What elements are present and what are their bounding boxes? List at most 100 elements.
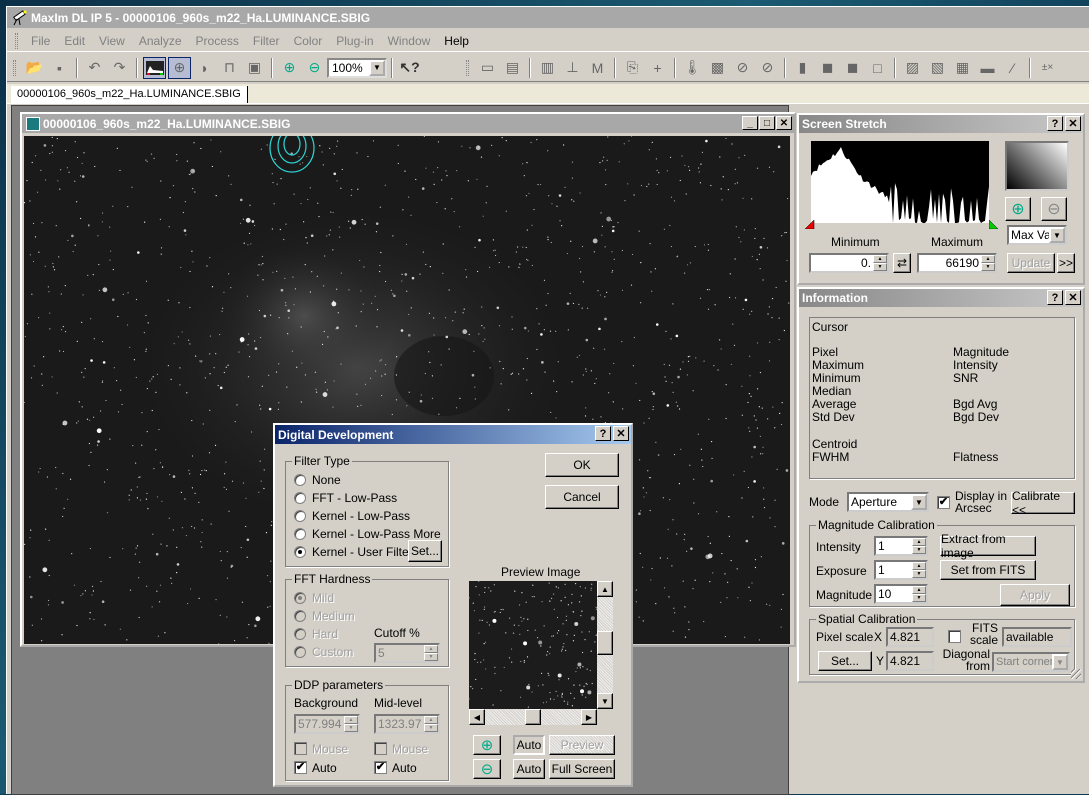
help-button[interactable]: ? — [595, 426, 611, 441]
resize-grip-icon[interactable] — [1071, 669, 1081, 679]
maximize-button[interactable]: □ — [759, 116, 775, 130]
zoom-out-icon[interactable]: ⊖ — [303, 57, 326, 79]
image-window-title-bar[interactable]: 00000106_960s_m22_Ha.LUMINANCE.SBIG _ □ … — [22, 114, 794, 133]
overlap-2-icon[interactable]: ◼ — [841, 57, 864, 79]
magnitude-spinner[interactable]: ▲ ▼ — [912, 586, 926, 602]
scroll-up-icon[interactable]: ▲ — [597, 581, 613, 597]
undo-icon[interactable]: ↶ — [83, 57, 106, 79]
properties-icon[interactable]: ▣ — [243, 57, 266, 79]
flat-1-icon[interactable]: ▨ — [901, 57, 924, 79]
mode-select[interactable]: Aperture ▼ — [847, 492, 929, 512]
combine-icon[interactable]: ▥ — [536, 57, 559, 79]
menu-plugin[interactable]: Plug-in — [329, 34, 380, 48]
intensity-spinner[interactable]: ▲ ▼ — [912, 538, 926, 554]
intensity-input[interactable]: 1 ▲ ▼ — [874, 536, 928, 556]
swap-icon[interactable]: ⇄ — [893, 253, 911, 273]
preview-vertical-scrollbar[interactable]: ▲ ▼ — [597, 581, 613, 709]
ok-button[interactable]: OK — [545, 453, 619, 477]
auto-preview-toggle[interactable]: Auto — [513, 735, 545, 755]
redo-icon[interactable]: ↷ — [108, 57, 131, 79]
magnitude-input[interactable]: 10 ▲ ▼ — [874, 584, 928, 604]
min-marker-icon[interactable] — [805, 220, 815, 229]
crop-icon[interactable]: □ — [866, 57, 889, 79]
preview-button[interactable]: Preview — [549, 735, 615, 755]
curve-icon[interactable]: ⁄ — [1001, 57, 1024, 79]
scroll-right-icon[interactable]: ▶ — [581, 709, 597, 725]
zoom-level-select[interactable]: 100% ▼ — [327, 57, 387, 78]
minimum-input[interactable]: 0. ▲ ▼ — [809, 253, 889, 273]
cancel-button[interactable]: Cancel — [545, 485, 619, 509]
add-icon[interactable]: + — [646, 57, 669, 79]
auto-button[interactable]: Auto — [513, 759, 545, 779]
vertical-scroll-thumb[interactable] — [597, 631, 613, 655]
preview-zoom-out-icon[interactable]: ⊖ — [473, 759, 501, 779]
menu-window[interactable]: Window — [381, 34, 438, 48]
close-button[interactable]: ✕ — [1065, 290, 1081, 305]
exposure-spinner[interactable]: ▲ ▼ — [912, 562, 926, 578]
fits-scale-checkbox[interactable] — [948, 630, 961, 643]
lock-icon[interactable]: ⊓ — [218, 57, 241, 79]
chevron-down-icon[interactable]: ▼ — [1049, 227, 1065, 243]
screen-stretch-title-bar[interactable]: Screen Stretch ? ✕ — [799, 115, 1083, 133]
toolbar-grip-2[interactable] — [466, 59, 469, 76]
menu-grip[interactable] — [15, 32, 18, 49]
menu-analyze[interactable]: Analyze — [132, 34, 189, 48]
save-icon[interactable]: ▪ — [48, 57, 71, 79]
copy-icon[interactable]: ⎘ — [621, 57, 644, 79]
maximum-input[interactable]: 66190 ▲ ▼ — [917, 253, 997, 273]
update-button[interactable]: Update — [1007, 253, 1055, 273]
minimize-button[interactable]: _ — [742, 116, 758, 130]
zoom-out-icon[interactable]: ⊖ — [1041, 197, 1067, 221]
flat-3-icon[interactable]: ▦ — [951, 57, 974, 79]
overlap-icon[interactable]: ◼ — [816, 57, 839, 79]
blink-icon[interactable]: ◗ — [193, 57, 216, 79]
context-help-icon[interactable]: ↖? — [398, 57, 421, 79]
zoom-in-icon[interactable]: ⊕ — [1005, 197, 1031, 221]
help-button[interactable]: ? — [1047, 116, 1063, 131]
chevron-down-icon[interactable]: ▼ — [369, 59, 385, 76]
display-arcsec-checkbox[interactable]: ✔ — [937, 496, 950, 509]
full-screen-button[interactable]: Full Screen — [549, 759, 615, 779]
close-button[interactable]: ✕ — [613, 426, 629, 441]
preview-zoom-in-icon[interactable]: ⊕ — [473, 735, 501, 755]
math-ops-icon[interactable]: ±× — [1036, 57, 1059, 79]
menu-process[interactable]: Process — [189, 34, 246, 48]
apply-button[interactable]: Apply — [1000, 584, 1070, 606]
bin-icon[interactable]: ▬ — [976, 57, 999, 79]
stretch-mode-select[interactable]: Max Val ▼ — [1007, 225, 1067, 245]
extract-from-image-button[interactable]: Extract from image — [940, 532, 1036, 560]
menu-file[interactable]: File — [24, 34, 57, 48]
scroll-left-icon[interactable]: ◀ — [469, 709, 485, 725]
open-icon[interactable]: 📂 — [23, 57, 46, 79]
flat-2-icon[interactable]: ▧ — [926, 57, 949, 79]
maximum-spinner[interactable]: ▲ ▼ — [981, 255, 995, 271]
calibrate-button[interactable]: Calibrate << — [1011, 489, 1075, 517]
preview-horizontal-scrollbar[interactable]: ◀ ▶ — [469, 709, 597, 725]
menu-edit[interactable]: Edit — [57, 34, 92, 48]
filter-radio[interactable] — [294, 528, 306, 540]
information-title-bar[interactable]: Information ? ✕ — [799, 289, 1083, 307]
kernel-filter-icon[interactable]: ▩ — [706, 57, 729, 79]
set-spatial-button[interactable]: Set... — [818, 651, 872, 671]
median-icon[interactable]: M — [586, 57, 609, 79]
scroll-down-icon[interactable]: ▼ — [597, 693, 613, 709]
set-filter-button[interactable]: Set... — [408, 540, 442, 562]
set-from-fits-button[interactable]: Set from FITS — [940, 560, 1036, 580]
help-button[interactable]: ? — [1047, 290, 1063, 305]
filter-radio[interactable] — [294, 510, 306, 522]
histogram-icon[interactable]: ▭ — [476, 57, 499, 79]
menu-help[interactable]: Help — [437, 34, 476, 48]
chevron-down-icon[interactable]: ▼ — [1052, 654, 1068, 670]
toolbar-grip[interactable] — [13, 59, 16, 76]
menu-filter[interactable]: Filter — [246, 34, 287, 48]
exposure-input[interactable]: 1 ▲ ▼ — [874, 560, 928, 580]
information-icon[interactable]: ⊕ — [168, 56, 191, 79]
close-button[interactable]: ✕ — [1065, 116, 1081, 131]
filter-radio[interactable] — [294, 546, 306, 558]
dialog-title-bar[interactable]: Digital Development ? ✕ — [275, 425, 631, 444]
start-corner-select[interactable]: Start corner ▼ — [992, 652, 1070, 672]
document-tab[interactable]: 00000106_960s_m22_Ha.LUMINANCE.SBIG — [11, 86, 248, 103]
screen-stretch-icon[interactable] — [143, 56, 166, 79]
zoom-in-icon[interactable]: ⊕ — [278, 57, 301, 79]
filter-radio[interactable] — [294, 492, 306, 504]
